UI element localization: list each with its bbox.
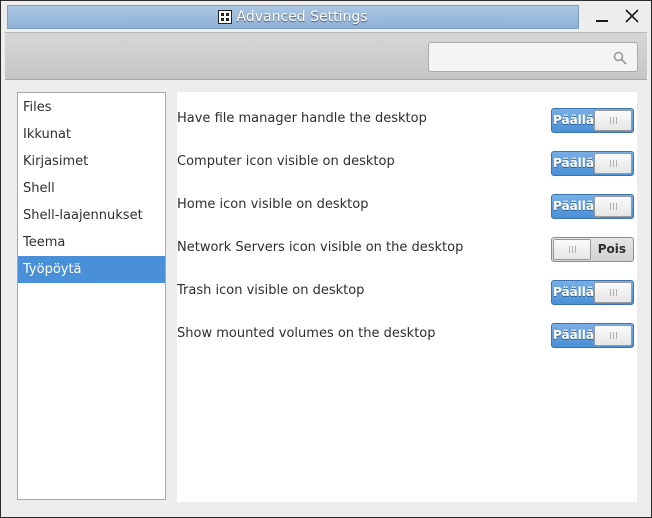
setting-row: Network Servers icon visible on the desk… — [177, 235, 637, 263]
close-button[interactable] — [621, 5, 643, 27]
sidebar-item-shell-laajennukset[interactable]: Shell-laajennukset — [18, 202, 165, 229]
toggle-switch[interactable]: Päällä — [551, 194, 634, 219]
search-input[interactable] — [428, 42, 638, 72]
toggle-switch[interactable]: Pois — [551, 237, 634, 262]
sidebar: Files Ikkunat Kirjasimet Shell Shell-laa… — [17, 92, 166, 500]
sidebar-item-files[interactable]: Files — [18, 94, 165, 121]
sidebar-item-tyopoyta[interactable]: Työpöytä — [18, 256, 165, 283]
tweak-tool-icon — [218, 10, 233, 24]
switch-state-label: Päällä — [553, 328, 594, 342]
setting-label: Show mounted volumes on the desktop — [177, 326, 436, 341]
app-window: Advanced Settings Files Ikkunat Kirjasim… — [0, 0, 652, 518]
switch-knob[interactable] — [553, 239, 591, 260]
title-wrap: Advanced Settings — [7, 5, 579, 29]
switch-knob[interactable] — [594, 282, 632, 303]
setting-label: Have file manager handle the desktop — [177, 111, 427, 126]
setting-label: Computer icon visible on desktop — [177, 154, 395, 169]
toggle-switch[interactable]: Päällä — [551, 280, 634, 305]
setting-label: Network Servers icon visible on the desk… — [177, 240, 464, 255]
switch-state-label: Päällä — [553, 285, 594, 299]
setting-row: Trash icon visible on desktop Päällä — [177, 278, 637, 306]
setting-label: Trash icon visible on desktop — [177, 283, 365, 298]
sidebar-item-shell[interactable]: Shell — [18, 175, 165, 202]
settings-panel: Have file manager handle the desktop Pää… — [177, 92, 637, 502]
setting-row: Computer icon visible on desktop Päällä — [177, 149, 637, 177]
toggle-switch[interactable]: Päällä — [551, 323, 634, 348]
switch-state-label: Pois — [597, 242, 626, 256]
switch-state-label: Päällä — [553, 113, 594, 127]
sidebar-item-kirjasimet[interactable]: Kirjasimet — [18, 148, 165, 175]
toggle-switch[interactable]: Päällä — [551, 151, 634, 176]
switch-knob[interactable] — [594, 110, 632, 131]
switch-knob[interactable] — [594, 153, 632, 174]
search-icon[interactable] — [613, 50, 627, 65]
minimize-icon — [596, 20, 608, 22]
sidebar-item-teema[interactable]: Teema — [18, 229, 165, 256]
setting-row: Have file manager handle the desktop Pää… — [177, 106, 637, 134]
title-bar[interactable]: Advanced Settings — [1, 1, 651, 31]
minimize-button[interactable] — [591, 5, 613, 27]
switch-state-label: Päällä — [553, 156, 594, 170]
setting-row: Home icon visible on desktop Päällä — [177, 192, 637, 220]
content-area: Files Ikkunat Kirjasimet Shell Shell-laa… — [5, 81, 647, 513]
close-icon — [625, 9, 639, 23]
switch-state-label: Päällä — [553, 199, 594, 213]
sidebar-item-ikkunat[interactable]: Ikkunat — [18, 121, 165, 148]
switch-knob[interactable] — [594, 196, 632, 217]
setting-label: Home icon visible on desktop — [177, 197, 369, 212]
window-title: Advanced Settings — [236, 9, 368, 25]
sidebar-list: Files Ikkunat Kirjasimet Shell Shell-laa… — [18, 93, 165, 283]
setting-row: Show mounted volumes on the desktop Pääl… — [177, 321, 637, 349]
switch-knob[interactable] — [594, 325, 632, 346]
toggle-switch[interactable]: Päällä — [551, 108, 634, 133]
header-bar — [5, 32, 647, 80]
